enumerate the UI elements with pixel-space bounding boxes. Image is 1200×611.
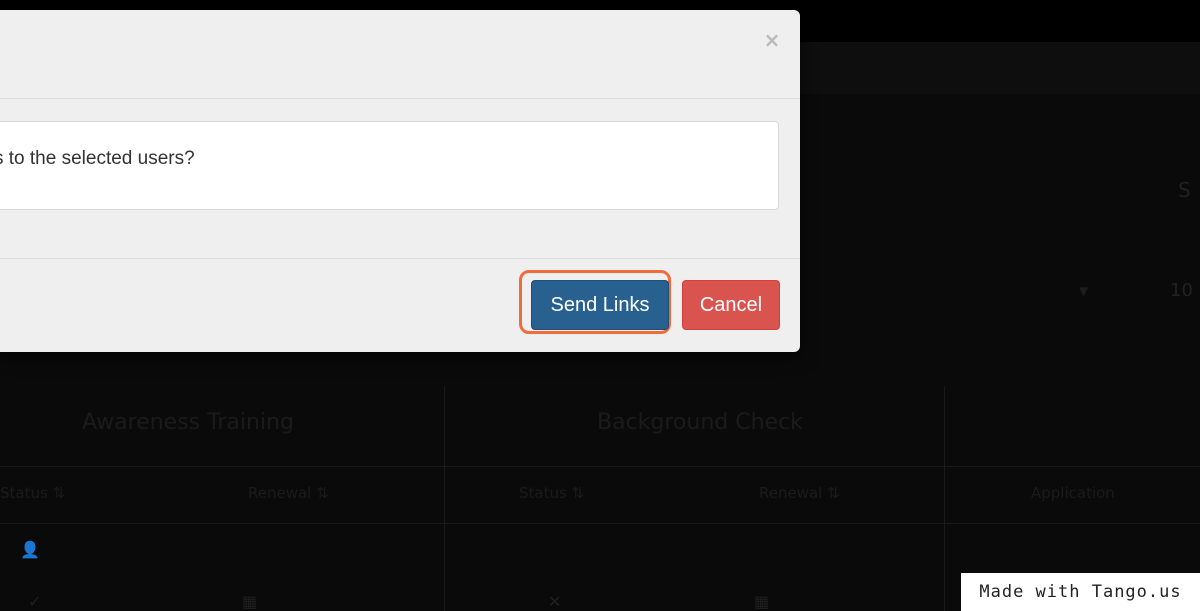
group-header-background-check: Background Check [597,410,803,435]
checkmark-icon: ✓ [28,592,42,611]
close-icon: ✕ [548,592,562,611]
cancel-button[interactable]: Cancel [682,280,780,330]
background-side-label: S [1178,178,1191,202]
user-check-icon: 👤 [20,540,40,559]
send-links-button[interactable]: Send Links [531,280,669,330]
chevron-down-icon: ▼ [1079,284,1089,298]
column-header-renewal[interactable]: Renewal ⇅ [759,484,840,502]
background-page-size: 10 [1170,280,1193,301]
table-divider [944,386,945,611]
column-header-status[interactable]: Status ⇅ [519,484,584,502]
column-header-status[interactable]: Status ⇅ [0,484,65,502]
confirmation-message-box: s to the selected users? [0,121,779,210]
modal-header: × [0,10,800,99]
calendar-icon: ▦ [754,592,770,611]
table-divider [0,466,1200,467]
group-header-awareness-training: Awareness Training [82,410,294,435]
close-icon[interactable]: × [762,30,782,50]
calendar-icon: ▦ [242,592,258,611]
send-links-dialog: × s to the selected users? Send Links Ca… [0,10,800,352]
modal-footer-divider [0,258,800,259]
table-divider [0,523,1200,524]
column-header-renewal[interactable]: Renewal ⇅ [248,484,329,502]
tango-watermark: Made with Tango.us [961,573,1200,611]
column-header-application[interactable]: Application [1031,484,1115,502]
confirmation-message: s to the selected users? [0,148,195,169]
table-divider [444,386,445,611]
